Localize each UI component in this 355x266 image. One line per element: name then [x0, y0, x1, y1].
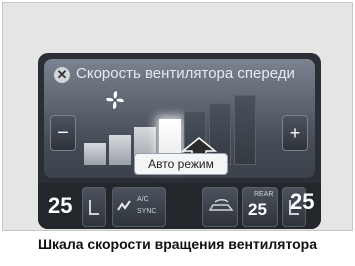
figure-caption: Шкала скорости вращения вентилятора	[37, 236, 318, 252]
car-recirculation-icon	[208, 199, 234, 211]
fan-speed-bar-7[interactable]	[234, 95, 256, 165]
ac-label: A/C	[137, 196, 149, 203]
recirculation-button[interactable]	[202, 187, 238, 227]
ac-sync-button[interactable]: A/C SYNC	[112, 187, 166, 227]
seat-heater-icon	[89, 200, 99, 215]
climate-screen: ✕ Скорость вентилятора спереди − + Авто …	[38, 53, 321, 229]
rear-temperature: 25	[248, 200, 267, 219]
increase-fan-button[interactable]: +	[282, 115, 308, 151]
illustration-frame: ✕ Скорость вентилятора спереди − + Авто …	[2, 2, 353, 231]
fan-speed-bar-1[interactable]	[84, 143, 106, 165]
climate-bottom-bar: 25 A/C SYNC REAR 25	[38, 183, 321, 229]
fan-speed-panel: ✕ Скорость вентилятора спереди − + Авто …	[44, 59, 315, 178]
sync-label: SYNC	[137, 208, 157, 215]
left-temperature[interactable]: 25	[48, 193, 72, 219]
right-temperature[interactable]: 25	[290, 189, 314, 215]
rear-label: REAR	[254, 191, 274, 198]
left-seat-heat-button[interactable]	[82, 187, 106, 227]
rear-temperature-button[interactable]: REAR 25	[242, 187, 278, 227]
auto-mode-button[interactable]: Авто режим	[134, 153, 228, 175]
airflow-icon	[117, 200, 131, 211]
fan-speed-bar-2[interactable]	[109, 135, 131, 165]
